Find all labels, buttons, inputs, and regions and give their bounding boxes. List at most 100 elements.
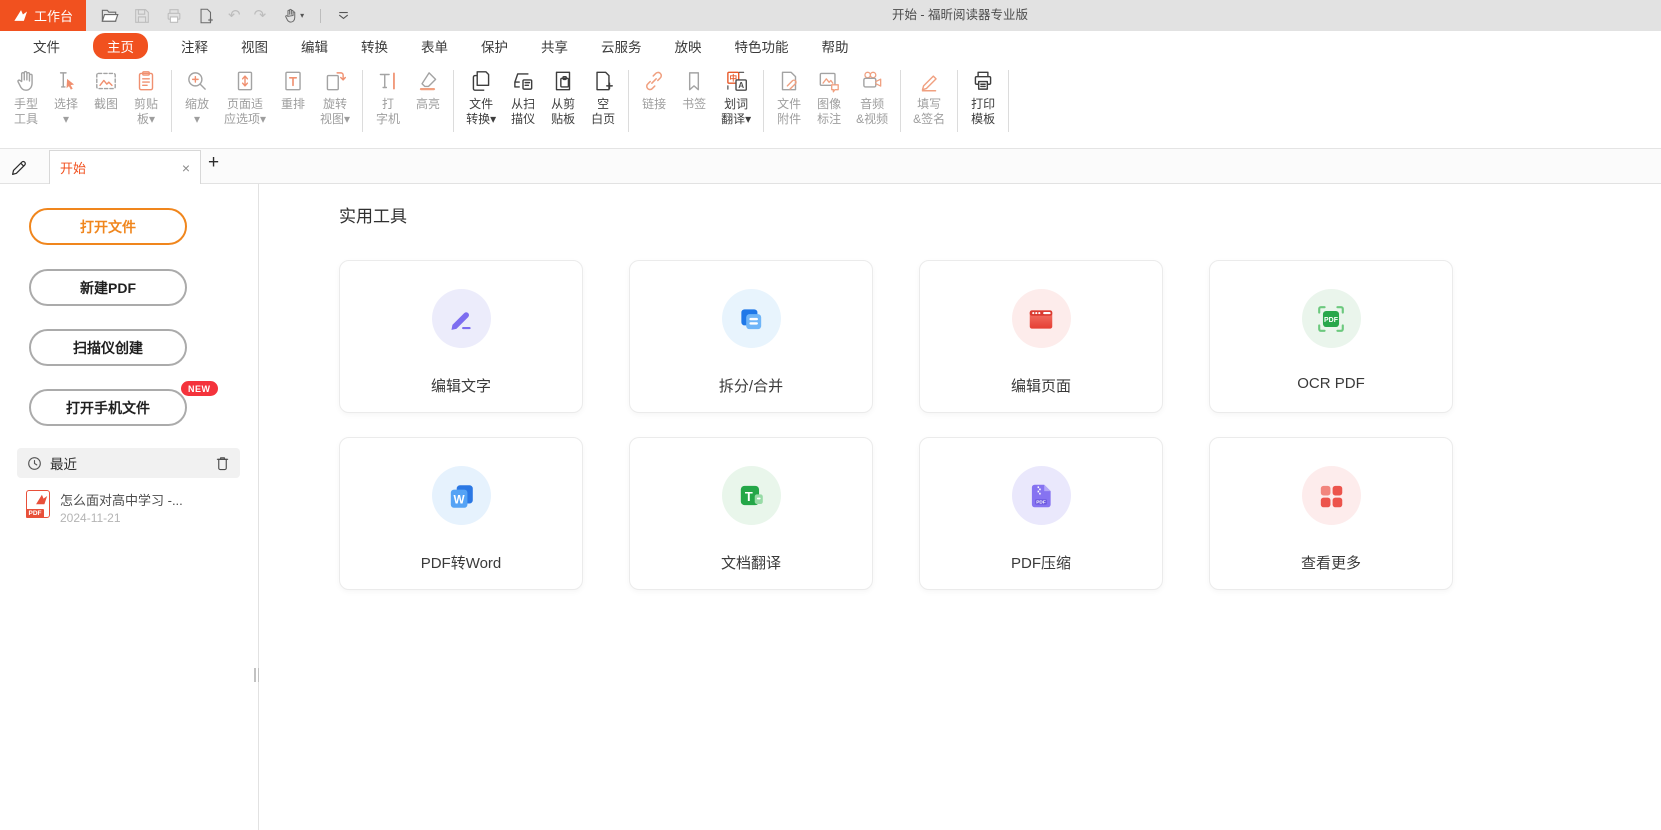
menu-item-slideshow[interactable]: 放映	[675, 36, 702, 56]
menu-item-file[interactable]: 文件	[33, 36, 60, 56]
menu-item-share[interactable]: 共享	[541, 36, 568, 56]
foxit-bird-icon	[34, 493, 48, 506]
ribbon-item-link[interactable]: 链接	[634, 68, 674, 112]
from-clipboard-icon	[550, 68, 576, 94]
ribbon-item-audio-video[interactable]: 音频&视频	[849, 68, 895, 127]
ribbon-item-from-clipboard[interactable]: 从剪贴板	[543, 68, 583, 127]
menu-item-help[interactable]: 帮助	[822, 36, 849, 56]
svg-text:PDF: PDF	[1324, 317, 1338, 324]
tool-card-pdf-compress[interactable]: PDF PDF压缩	[919, 437, 1163, 590]
redo-icon[interactable]: ↷	[254, 6, 267, 25]
new-document-icon[interactable]	[196, 6, 215, 25]
ribbon-item-fill-sign[interactable]: 填写&签名	[906, 68, 952, 127]
reflow-icon	[280, 68, 306, 94]
file-convert-icon	[468, 68, 494, 94]
tool-card-pdf-to-word[interactable]: W PDF转Word	[339, 437, 583, 590]
ribbon-item-print-template[interactable]: 打印模板	[963, 68, 1003, 127]
menu-item-cloud-services[interactable]: 云服务	[601, 36, 642, 56]
clock-icon	[27, 456, 42, 471]
menu-item-convert[interactable]: 转换	[361, 36, 388, 56]
quick-launch-pencil-icon[interactable]	[10, 156, 31, 177]
tool-card-edit-pages[interactable]: 编辑页面	[919, 260, 1163, 413]
ribbon-item-page-fit[interactable]: 页面适应选项▾	[217, 68, 273, 127]
translate-icon: 中 A	[723, 68, 749, 94]
ribbon-item-hand-tool[interactable]: 手型工具	[6, 68, 46, 127]
hand-tool-icon	[13, 68, 39, 94]
ribbon-item-file-convert[interactable]: 文件转换▾	[459, 68, 503, 127]
ribbon-item-bookmark[interactable]: 书签	[674, 68, 714, 112]
svg-text:T: T	[745, 488, 753, 503]
window-title: 开始 - 福昕阅读器专业版	[830, 0, 1090, 31]
svg-text:A: A	[738, 81, 744, 90]
tool-card-ocr-pdf[interactable]: PDF OCR PDF	[1209, 260, 1453, 413]
undo-icon[interactable]: ↶	[228, 6, 241, 25]
tool-card-doc-translate[interactable]: T 文档翻译	[629, 437, 873, 590]
print-icon[interactable]	[164, 6, 183, 25]
hand-pointer-icon[interactable]: ▾	[279, 6, 307, 25]
fill-sign-icon	[916, 68, 942, 94]
workspace-button[interactable]: 工作台	[0, 0, 86, 31]
ribbon-item-rotate-view[interactable]: 旋转视图▾	[313, 68, 357, 127]
ribbon-separator	[171, 70, 172, 132]
recent-file-item[interactable]: PDF 怎么面对高中学习 -... 2024-11-21	[26, 490, 240, 525]
clipboard-icon	[133, 68, 159, 94]
ribbon-item-from-scanner[interactable]: 从扫描仪	[503, 68, 543, 127]
open-mobile-file-button[interactable]: 打开手机文件 NEW	[29, 389, 187, 426]
create-from-scanner-button[interactable]: 扫描仪创建	[29, 329, 187, 366]
menu-item-view[interactable]: 视图	[241, 36, 268, 56]
menu-item-home[interactable]: 主页	[93, 33, 148, 59]
new-tab-button[interactable]: +	[208, 152, 219, 174]
view-more-icon	[1302, 466, 1361, 525]
tab-start[interactable]: 开始 ×	[49, 150, 201, 184]
qat-separator	[320, 9, 321, 23]
recent-section-header[interactable]: 最近	[17, 448, 240, 478]
new-badge: NEW	[181, 381, 218, 396]
create-pdf-button[interactable]: 新建PDF	[29, 269, 187, 306]
ribbon-item-image-annotation[interactable]: 图像标注	[809, 68, 849, 127]
ocr-pdf-icon: PDF	[1302, 289, 1361, 348]
ribbon-item-snapshot[interactable]: 截图	[86, 68, 126, 112]
open-folder-icon[interactable]	[100, 6, 119, 25]
menu-bar: 文件 主页 注释 视图 编辑 转换 表单 保护 共享 云服务 放映 特色功能 帮…	[0, 31, 1661, 60]
ribbon-item-blank-page[interactable]: 空白页	[583, 68, 623, 127]
ribbon-separator	[957, 70, 958, 132]
open-file-button[interactable]: 打开文件	[29, 208, 187, 245]
ribbon-item-reflow[interactable]: 重排	[273, 68, 313, 112]
ribbon-item-translate[interactable]: 中 A 划词翻译▾	[714, 68, 758, 127]
ribbon-separator	[1008, 70, 1009, 132]
ribbon-item-typewriter[interactable]: 打字机	[368, 68, 408, 127]
tool-card-view-more[interactable]: 查看更多	[1209, 437, 1453, 590]
ribbon-item-file-attachment[interactable]: 文件附件	[769, 68, 809, 127]
typewriter-icon	[375, 68, 401, 94]
expand-toolbar-icon[interactable]	[334, 6, 353, 25]
tool-card-edit-text[interactable]: 编辑文字	[339, 260, 583, 413]
trash-icon[interactable]	[215, 455, 230, 471]
tab-close-icon[interactable]: ×	[182, 160, 190, 176]
snapshot-icon	[93, 68, 119, 94]
from-scanner-icon	[510, 68, 536, 94]
recent-file-date: 2024-11-21	[60, 511, 183, 525]
ribbon-item-highlight[interactable]: 高亮	[408, 68, 448, 112]
tool-card-split-merge[interactable]: 拆分/合并	[629, 260, 873, 413]
foxit-logo-icon	[12, 8, 28, 23]
save-icon[interactable]	[132, 6, 151, 25]
document-tab-bar: 开始 × +	[0, 149, 1661, 184]
menu-item-protect[interactable]: 保护	[481, 36, 508, 56]
menu-item-comment[interactable]: 注释	[181, 36, 208, 56]
title-bar: 工作台 ↶ ↷ ▾	[0, 0, 1661, 31]
highlight-icon	[415, 68, 441, 94]
menu-item-form[interactable]: 表单	[421, 36, 448, 56]
image-annotation-icon	[816, 68, 842, 94]
home-main-area: 实用工具 编辑文字 拆分/合并	[259, 184, 1661, 830]
doc-translate-icon: T	[722, 466, 781, 525]
workspace-label: 工作台	[34, 6, 73, 25]
menu-item-edit[interactable]: 编辑	[301, 36, 328, 56]
ribbon-item-clipboard[interactable]: 剪贴板▾	[126, 68, 166, 127]
pdf-compress-icon: PDF	[1012, 466, 1071, 525]
ribbon-item-zoom[interactable]: 缩放▾	[177, 68, 217, 127]
menu-item-features[interactable]: 特色功能	[735, 36, 789, 56]
rotate-view-icon	[322, 68, 348, 94]
ribbon-item-select[interactable]: 选择▾	[46, 68, 86, 127]
select-tool-icon	[53, 68, 79, 94]
page-fit-icon	[232, 68, 258, 94]
